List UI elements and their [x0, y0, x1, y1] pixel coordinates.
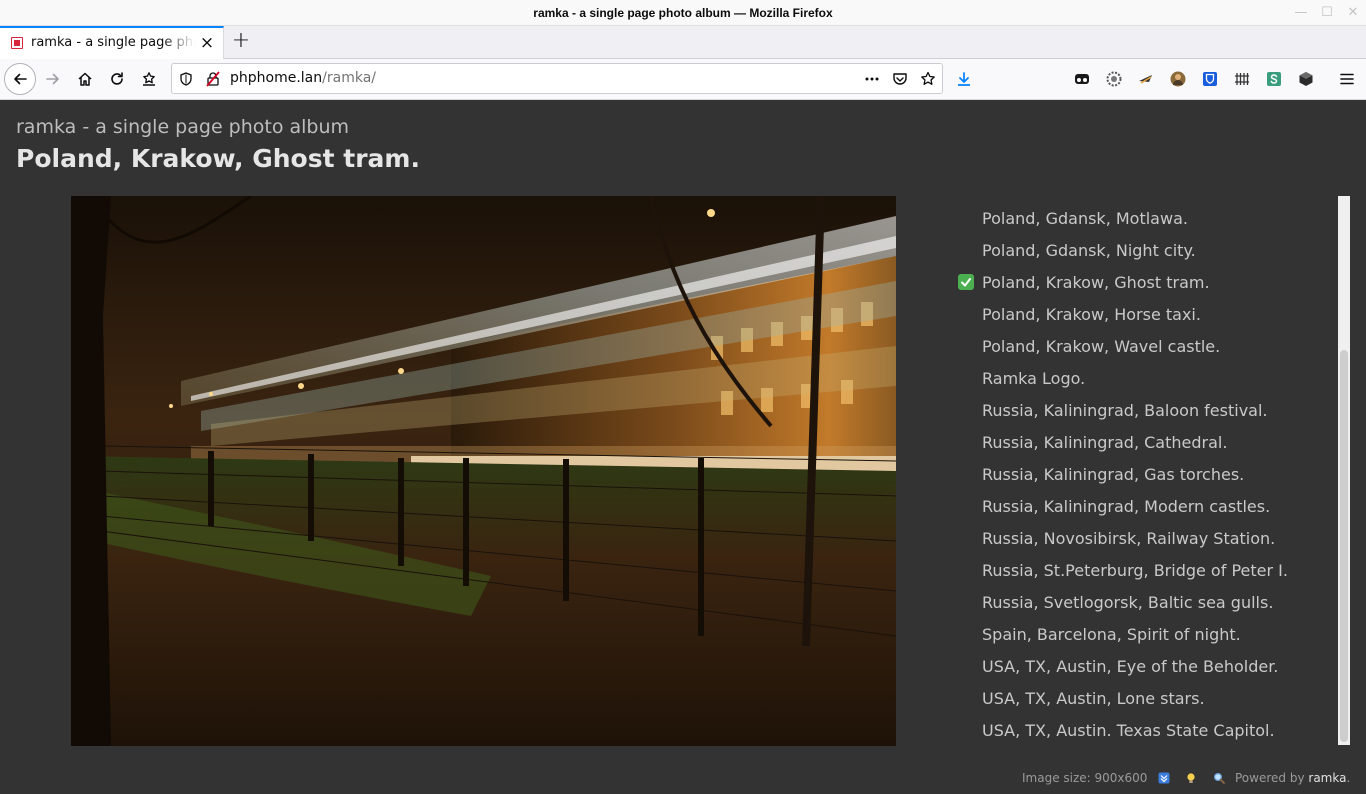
maximize-icon[interactable]: ☐ [1317, 4, 1337, 22]
album-item[interactable]: Poland, Gdansk, Motlawa. [982, 209, 1188, 228]
reload-icon [111, 72, 123, 85]
lightbulb-icon[interactable] [1184, 771, 1198, 785]
album-item[interactable]: Poland, Krakow, Horse taxi. [982, 305, 1201, 324]
album-item[interactable]: Poland, Krakow, Wavel castle. [982, 337, 1220, 356]
album-item[interactable]: Russia, Svetlogorsk, Baltic sea gulls. [982, 593, 1273, 612]
extension-s-icon[interactable] [1265, 70, 1283, 88]
extension-gear-icon[interactable] [1105, 70, 1123, 88]
album-item[interactable]: USA, TX, Austin, Eye of the Beholder. [982, 657, 1278, 676]
app-title: ramka - a single page photo album [16, 116, 350, 138]
zoom-magnifier-icon[interactable] [1212, 771, 1226, 785]
forward-button[interactable] [37, 63, 69, 95]
url-text[interactable]: phphome.lan/ramka/ [230, 70, 376, 86]
new-tab-button[interactable]: + [230, 29, 252, 53]
album-list: Poland, Gdansk, Motlawa. Poland, Gdansk,… [950, 196, 1338, 745]
album-item[interactable]: Ramka Logo. [982, 369, 1085, 388]
tab-label: ramka - a single page photo album [31, 35, 195, 50]
bookmark-star-icon[interactable] [919, 70, 937, 88]
powered-by-period: . [1346, 771, 1351, 785]
powered-by-label: Powered by [1235, 771, 1305, 785]
bookmark-star-tray-icon [143, 72, 155, 86]
download-image-icon[interactable] [1157, 771, 1171, 785]
extension-plane-icon[interactable] [1137, 70, 1155, 88]
tab-close-icon[interactable]: × [198, 33, 216, 53]
window-titlebar: ramka - a single page photo album — Mozi… [0, 0, 1366, 26]
forward-arrow-icon [46, 73, 59, 85]
album-item[interactable]: USA, TX, Austin. Texas State Capitol. [982, 721, 1275, 740]
main-photo[interactable] [71, 196, 896, 746]
url-host: phphome.lan [230, 70, 323, 86]
home-button[interactable] [69, 63, 101, 95]
address-bar[interactable]: phphome.lan/ramka/ [171, 63, 943, 94]
ramka-link[interactable]: ramka [1308, 771, 1346, 785]
minimize-icon[interactable]: — [1291, 4, 1311, 22]
tracking-shield-icon[interactable] [177, 70, 195, 88]
album-item[interactable]: Russia, Kaliningrad, Modern castles. [982, 497, 1270, 516]
extension-cube-icon[interactable] [1297, 70, 1315, 88]
download-icon[interactable] [955, 70, 973, 88]
reload-button[interactable] [101, 63, 133, 95]
extension-mask-icon[interactable] [1073, 70, 1091, 88]
insecure-connection-icon[interactable] [204, 70, 222, 88]
bitwarden-shield-icon[interactable] [1201, 70, 1219, 88]
pocket-icon[interactable] [891, 70, 909, 88]
image-size-label: Image size: 900x600 [1022, 771, 1148, 785]
album-list-scrollbar-thumb[interactable] [1340, 350, 1348, 742]
extension-grid-icon[interactable] [1233, 70, 1251, 88]
album-item[interactable]: Russia, Novosibirsk, Railway Station. [982, 529, 1275, 548]
home-icon [78, 72, 92, 86]
album-item[interactable]: Russia, Kaliningrad, Gas torches. [982, 465, 1244, 484]
photo-title: Poland, Krakow, Ghost tram. [16, 144, 420, 173]
album-item[interactable]: Russia, Kaliningrad, Cathedral. [982, 433, 1227, 452]
album-item-selected[interactable]: Poland, Krakow, Ghost tram. [982, 273, 1210, 292]
album-item[interactable]: Russia, St.Peterburg, Bridge of Peter I. [982, 561, 1288, 580]
window-title: ramka - a single page photo album — Mozi… [533, 6, 833, 20]
album-item[interactable]: Spain, Barcelona, Spirit of night. [982, 625, 1241, 644]
tab-strip: ramka - a single page photo album × + [0, 26, 1366, 59]
library-button[interactable] [133, 63, 165, 95]
album-item[interactable]: Russia, Kaliningrad, Baloon festival. [982, 401, 1268, 420]
back-button[interactable] [4, 63, 36, 95]
album-item[interactable]: Poland, Gdansk, Night city. [982, 241, 1196, 260]
extension-avatar-icon[interactable] [1169, 70, 1187, 88]
hamburger-menu-icon[interactable] [1338, 70, 1356, 88]
ramka-favicon-icon [11, 37, 23, 49]
back-arrow-icon [14, 73, 27, 85]
album-item[interactable]: USA, TX, Austin, Lone stars. [982, 689, 1205, 708]
url-path: /ramka/ [322, 70, 376, 86]
powered-by: Powered by ramka. [1235, 771, 1350, 785]
tab-ramka[interactable]: ramka - a single page photo album × [0, 26, 224, 59]
page-actions-icon[interactable] [863, 70, 881, 88]
navigation-toolbar: phphome.lan/ramka/ [0, 59, 1366, 100]
close-window-icon[interactable]: ✕ [1343, 4, 1363, 22]
